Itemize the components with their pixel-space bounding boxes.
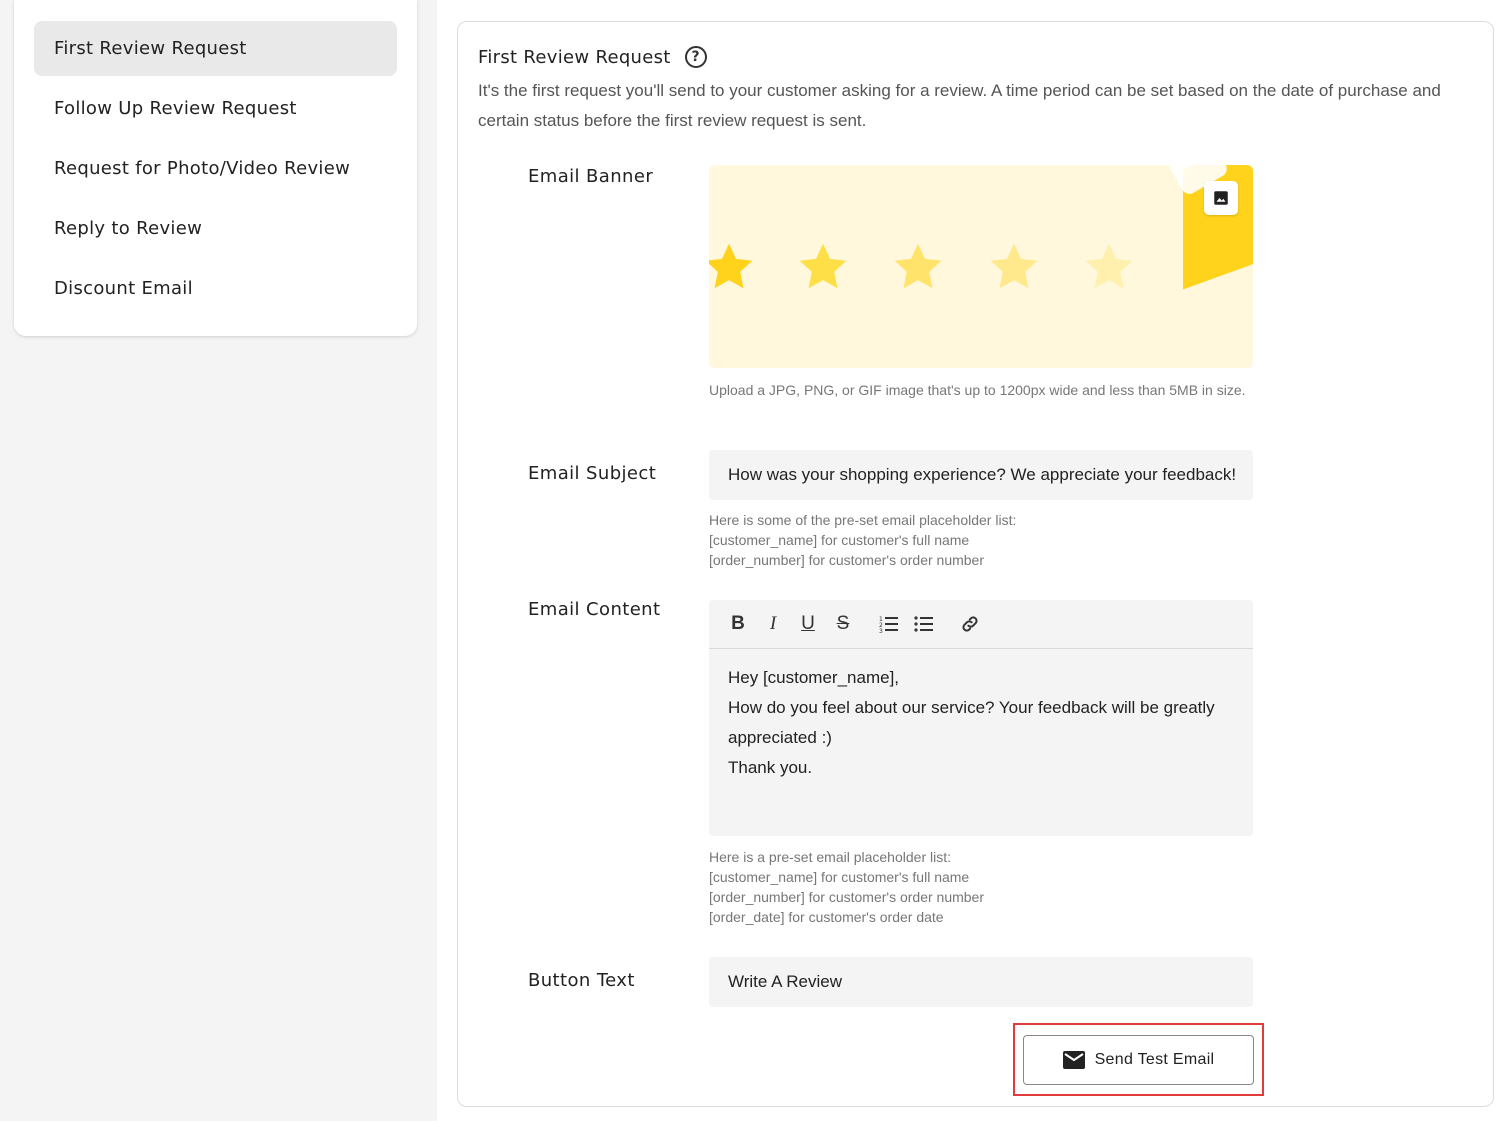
send-test-email-button[interactable]: Send Test Email xyxy=(1023,1035,1254,1085)
hint-line: [order_date] for customer's order date xyxy=(709,909,944,925)
editor-toolbar: B I U S 1 2 3 xyxy=(709,600,1253,649)
sidebar-item-discount-email[interactable]: Discount Email xyxy=(34,261,397,316)
editor-content[interactable]: Hey [customer_name], How do you feel abo… xyxy=(709,649,1253,797)
card-description: It's the first request you'll send to yo… xyxy=(478,81,1441,130)
sidebar: First Review Request Follow Up Review Re… xyxy=(14,0,417,336)
send-test-email-label: Send Test Email xyxy=(1094,1051,1215,1068)
link-icon xyxy=(962,616,978,632)
change-image-button[interactable] xyxy=(1204,181,1238,215)
sidebar-item-label: Follow Up Review Request xyxy=(54,98,297,119)
email-subject-label: Email Subject xyxy=(528,463,657,484)
hint-line: [order_number] for customer's order numb… xyxy=(709,889,985,905)
sidebar-item-follow-up-review-request[interactable]: Follow Up Review Request xyxy=(34,81,397,136)
settings-card: First Review Request ? It's the first re… xyxy=(457,21,1494,1107)
mail-icon xyxy=(1062,1051,1085,1069)
underline-button[interactable]: U xyxy=(795,611,821,637)
page-title: First Review Request xyxy=(478,46,671,68)
sidebar-item-label: Discount Email xyxy=(54,278,193,299)
email-banner-label: Email Banner xyxy=(528,166,654,187)
email-banner-hint: Upload a JPG, PNG, or GIF image that's u… xyxy=(709,382,1246,398)
star-icon xyxy=(709,243,753,289)
sidebar-item-label: Reply to Review xyxy=(54,218,203,239)
sidebar-item-reply-to-review[interactable]: Reply to Review xyxy=(34,201,397,256)
star-icon xyxy=(799,243,847,289)
sidebar-item-label: Request for Photo/Video Review xyxy=(54,158,351,179)
hint-line: [customer_name] for customer's full name xyxy=(709,869,970,885)
card-title-row: First Review Request ? xyxy=(478,46,707,68)
sidebar-item-first-review-request[interactable]: First Review Request xyxy=(34,21,397,76)
star-icon xyxy=(1085,243,1133,289)
email-subject-input[interactable]: How was your shopping experience? We app… xyxy=(709,450,1253,500)
button-text-input[interactable]: Write A Review xyxy=(709,957,1253,1007)
bold-button[interactable]: B xyxy=(725,611,751,637)
star-icon xyxy=(894,243,942,289)
main-panel: First Review Request ? It's the first re… xyxy=(437,0,1504,1121)
link-button[interactable] xyxy=(957,611,983,637)
bullet-list-button[interactable] xyxy=(911,611,937,637)
content-line: Thank you. xyxy=(728,758,813,777)
ordered-list-icon: 1 2 3 xyxy=(879,616,898,633)
content-line: How do you feel about our service? Your … xyxy=(728,698,1215,747)
svg-text:3: 3 xyxy=(879,628,883,633)
ordered-list-button[interactable]: 1 2 3 xyxy=(876,611,902,637)
hint-line: Here is some of the pre-set email placeh… xyxy=(709,512,1017,528)
help-icon[interactable]: ? xyxy=(684,46,707,68)
strikethrough-button[interactable]: S xyxy=(830,611,856,637)
hint-line: [customer_name] for customer's full name xyxy=(709,532,970,548)
sidebar-item-label: First Review Request xyxy=(54,38,247,59)
image-icon xyxy=(1214,191,1228,205)
email-banner-image xyxy=(709,165,1253,368)
email-subject-hint: Here is some of the pre-set email placeh… xyxy=(709,510,1253,570)
hint-line: [order_number] for customer's order numb… xyxy=(709,552,985,568)
sidebar-item-photo-video-review[interactable]: Request for Photo/Video Review xyxy=(34,141,397,196)
hint-line: Here is a pre-set email placeholder list… xyxy=(709,849,951,865)
email-content-label: Email Content xyxy=(528,599,661,620)
star-icon xyxy=(990,243,1038,289)
content-line: Hey [customer_name], xyxy=(728,668,900,687)
bullet-list-icon xyxy=(914,616,933,632)
email-content-hint: Here is a pre-set email placeholder list… xyxy=(709,847,1253,927)
email-content-editor: B I U S 1 2 3 Hey [customer_name], How d… xyxy=(709,600,1253,836)
button-text-label: Button Text xyxy=(528,970,635,991)
italic-button[interactable]: I xyxy=(760,611,786,637)
